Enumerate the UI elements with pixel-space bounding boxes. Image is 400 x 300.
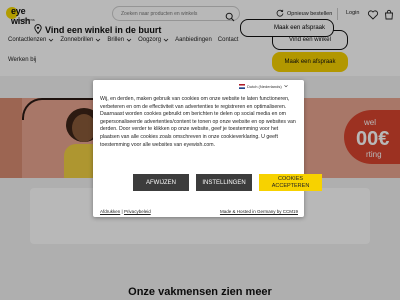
chevron-down-icon [283, 84, 288, 89]
cookie-consent-dialog: Dutch (Nederlands) Wij, en derden, maken… [93, 80, 322, 217]
ccm19-credit-link[interactable]: Made & Hosted in Germany by CCM19 [220, 209, 298, 214]
footer-links: Afdrukken | Privacybeleid [100, 209, 151, 214]
language-selector[interactable]: Dutch (Nederlands) [239, 82, 297, 91]
language-label: Dutch (Nederlands) [247, 84, 282, 89]
cookie-consent-text: Wij, en derden, maken gebruik van cookie… [100, 96, 296, 148]
privacy-policy-link[interactable]: Privacybeleid [124, 209, 151, 214]
print-link[interactable]: Afdrukken [100, 209, 120, 214]
flag-icon [239, 83, 245, 90]
cookie-dialog-footer: Afdrukken | Privacybeleid Made & Hosted … [100, 209, 298, 217]
cookie-settings-button[interactable]: INSTELLINGEN [196, 174, 252, 191]
accept-cookies-button[interactable]: COOKIES ACCEPTEREN [259, 174, 322, 191]
reject-cookies-button[interactable]: AFWIJZEN [133, 174, 189, 191]
